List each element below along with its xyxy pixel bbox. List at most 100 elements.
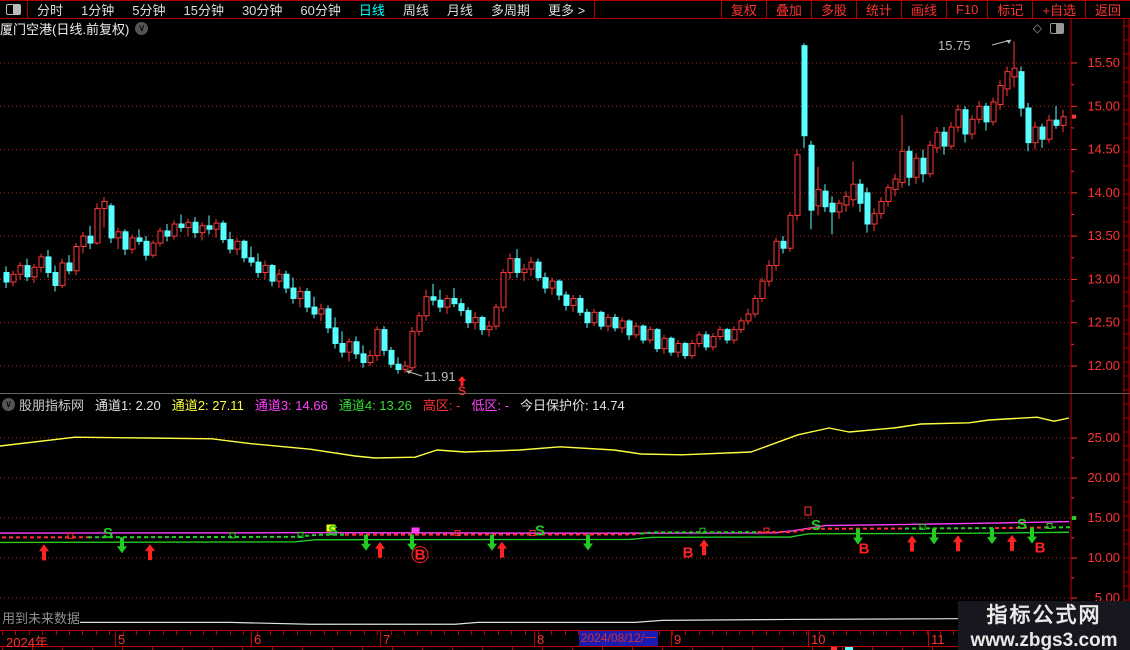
collapse-icon[interactable]: ∨ bbox=[2, 397, 15, 411]
candle bbox=[969, 118, 976, 135]
toolbar-button-叠加[interactable]: 叠加 bbox=[765, 1, 811, 18]
label: 13.50 bbox=[1087, 228, 1120, 243]
candle bbox=[892, 178, 899, 190]
toolbar-button-画线[interactable]: 画线 bbox=[900, 1, 946, 18]
label: 12.00 bbox=[1087, 358, 1120, 373]
chart-canvas: 15.50 15.00 14.50 14.00 13.50 13.00 12.50 12.00… bbox=[0, 19, 1130, 647]
timeline-tick bbox=[538, 631, 539, 635]
sell-signal-label: S bbox=[811, 517, 821, 534]
candle bbox=[276, 273, 283, 282]
candle bbox=[990, 101, 997, 123]
timeline-tick bbox=[726, 631, 727, 635]
toolbar-button-返回[interactable]: 返回 bbox=[1084, 1, 1130, 18]
timeline-tick bbox=[404, 631, 405, 635]
window-split-icon[interactable] bbox=[0, 1, 28, 18]
toolbar-item-月线[interactable]: 月线 bbox=[438, 0, 482, 19]
toolbar-item-30分钟[interactable]: 30分钟 bbox=[233, 0, 291, 19]
sell-signal-label: S bbox=[328, 523, 338, 540]
candle bbox=[150, 242, 157, 256]
timeline-tick bbox=[699, 631, 700, 635]
candle bbox=[514, 258, 521, 273]
timeline-separator bbox=[251, 631, 252, 646]
toolbar-item-1分钟[interactable]: 1分钟 bbox=[72, 0, 123, 19]
sell-arrow-icon bbox=[361, 534, 371, 551]
timeline-tick bbox=[739, 631, 740, 635]
indicator-header: ∨ 股朋指标网 通道1: 2.20 通道2: 27.11 通道3: 14.66 通道4… bbox=[0, 395, 1070, 413]
label: 25.00 bbox=[1087, 430, 1120, 445]
diamond-icon[interactable]: ◇ bbox=[1033, 21, 1042, 35]
candle bbox=[717, 329, 724, 338]
candle bbox=[927, 144, 934, 175]
candle bbox=[983, 105, 990, 123]
toolbar-button-+自选[interactable]: +自选 bbox=[1032, 1, 1085, 18]
candle bbox=[353, 341, 360, 355]
timeline-tick bbox=[685, 631, 686, 635]
toolbar-item-5分钟[interactable]: 5分钟 bbox=[123, 0, 174, 19]
watermark-url: www.zbgs3.com bbox=[970, 630, 1118, 650]
toolbar-button-F10[interactable]: F10 bbox=[945, 1, 987, 18]
candle bbox=[227, 239, 234, 250]
candle bbox=[528, 261, 535, 270]
toolbar-item-多周期[interactable]: 多周期 bbox=[482, 0, 539, 19]
toolbar-item-日线[interactable]: 日线 bbox=[350, 0, 394, 19]
toolbar-item-分时[interactable]: 分时 bbox=[28, 0, 72, 19]
candle bbox=[318, 308, 325, 315]
toolbar-button-标记[interactable]: 标记 bbox=[987, 1, 1032, 18]
timeline-tick bbox=[149, 631, 150, 635]
sell-arrow-icon bbox=[929, 528, 939, 545]
label: 15.00 bbox=[1087, 98, 1120, 113]
timeline-tick bbox=[15, 631, 16, 635]
candle bbox=[857, 183, 864, 204]
candle bbox=[997, 85, 1004, 106]
candle bbox=[402, 365, 409, 370]
candle bbox=[780, 240, 787, 249]
indicator-field: 高区: - bbox=[422, 397, 461, 413]
label: 14.50 bbox=[1087, 142, 1120, 157]
buy-arrow-icon bbox=[375, 541, 385, 558]
timeline-tick bbox=[672, 631, 673, 635]
candle bbox=[122, 231, 129, 250]
toolbar-button-复权[interactable]: 复权 bbox=[720, 1, 766, 18]
current-price-marker bbox=[1072, 114, 1076, 119]
candle bbox=[864, 192, 871, 225]
timeline-tick bbox=[270, 631, 271, 635]
toolbar-button-统计[interactable]: 统计 bbox=[855, 1, 901, 18]
candle bbox=[164, 230, 171, 237]
timeline-tick bbox=[377, 631, 378, 635]
candle bbox=[297, 291, 304, 299]
panel-layout-icon[interactable] bbox=[1050, 22, 1064, 34]
candle bbox=[255, 261, 262, 273]
label: 20.00 bbox=[1087, 470, 1120, 485]
timeline-tick bbox=[793, 631, 794, 635]
toolbar-item-周线[interactable]: 周线 bbox=[394, 0, 438, 19]
candle bbox=[325, 308, 332, 329]
candle bbox=[472, 317, 479, 324]
candle bbox=[423, 296, 430, 317]
timeline-tick bbox=[712, 631, 713, 635]
candle bbox=[465, 310, 472, 324]
chevron-down-icon[interactable]: ∨ bbox=[135, 21, 149, 35]
timeline-tick bbox=[176, 631, 177, 635]
timeline-month-label: 9 bbox=[674, 632, 682, 647]
timeline-tick bbox=[886, 631, 887, 635]
toolbar-item-15分钟[interactable]: 15分钟 bbox=[174, 0, 232, 19]
candle bbox=[745, 313, 752, 322]
candle bbox=[192, 221, 199, 234]
timeline-tick bbox=[458, 631, 459, 635]
candle bbox=[129, 237, 136, 250]
candle bbox=[1018, 71, 1025, 109]
candle bbox=[654, 329, 661, 350]
candle bbox=[283, 273, 290, 289]
timeline-tick bbox=[913, 631, 914, 635]
toolbar-item-更多 >[interactable]: 更多 > bbox=[539, 0, 594, 19]
toolbar-button-多股[interactable]: 多股 bbox=[810, 1, 856, 18]
page-title: 厦门空港(日线.前复权) bbox=[0, 21, 130, 37]
timeline-tick bbox=[123, 631, 124, 635]
timeline-tick bbox=[940, 631, 941, 635]
timeline-tick bbox=[444, 631, 445, 635]
toolbar-item-60分钟[interactable]: 60分钟 bbox=[291, 0, 349, 19]
candle bbox=[549, 280, 556, 289]
timeline-tick bbox=[109, 631, 110, 635]
timeline-tick bbox=[833, 631, 834, 635]
candle bbox=[808, 144, 815, 211]
